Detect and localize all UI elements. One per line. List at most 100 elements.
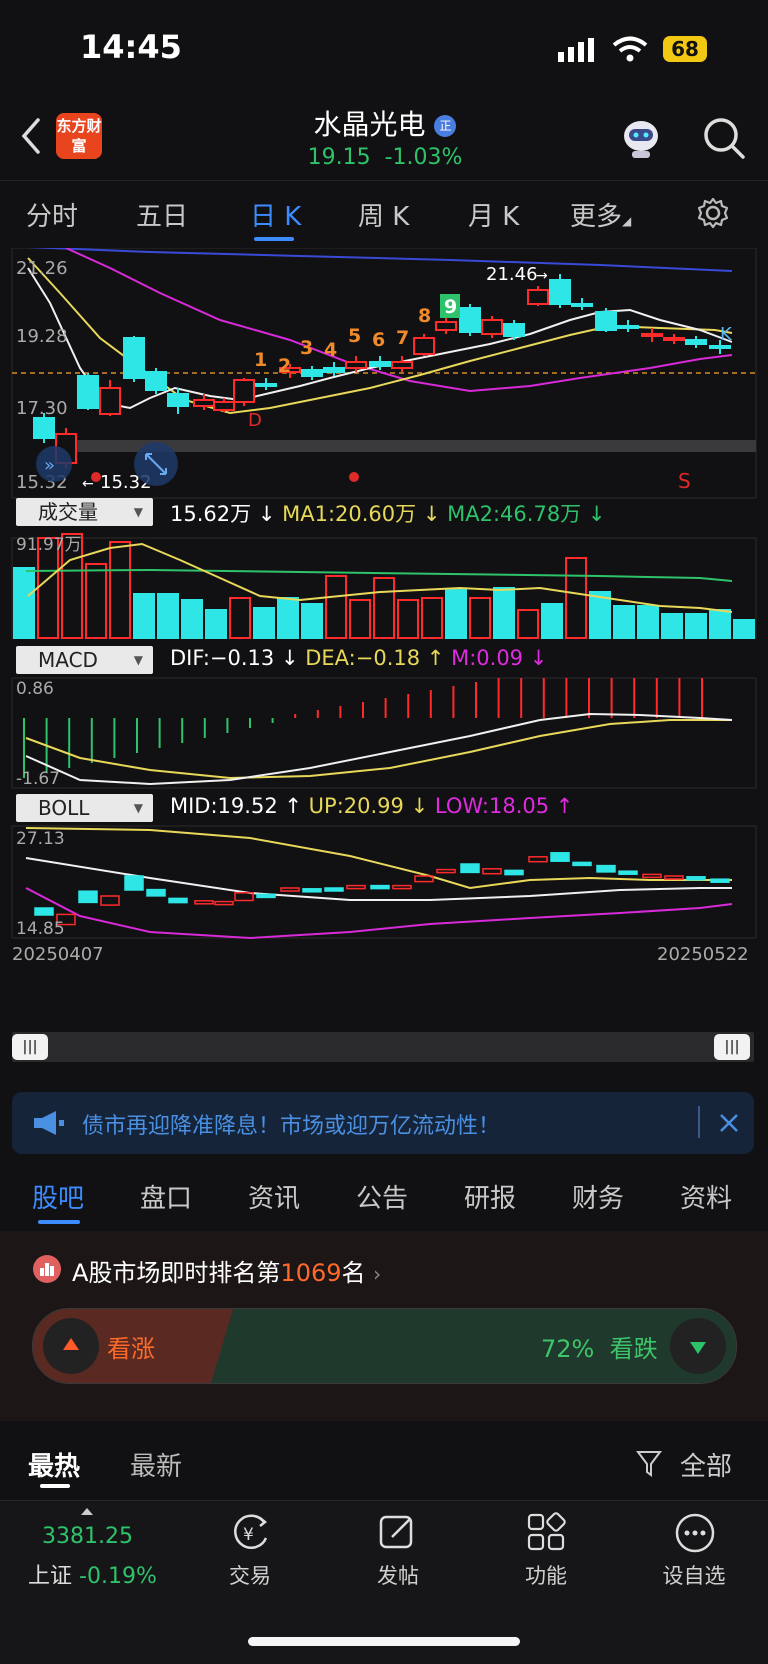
boll-select-label: BOLL	[38, 796, 90, 820]
trade-icon[interactable]: ¥	[230, 1512, 272, 1554]
ranking-suffix: 名	[341, 1259, 366, 1287]
candle-body	[33, 417, 55, 439]
volume-bar	[637, 605, 659, 639]
volume-bar	[469, 597, 491, 639]
down-arrow-icon: ↓	[422, 502, 441, 526]
seq-5: 5	[348, 325, 361, 347]
kline-chart-area[interactable]: 21.26 19.28 17.30 15.32 21.46 → ← 15.32 …	[0, 246, 768, 1028]
up-arrow-icon: ↑	[555, 794, 574, 818]
feed-tab-new[interactable]: 最新	[130, 1446, 182, 1483]
candle-body	[595, 311, 617, 331]
search-icon[interactable]	[702, 116, 746, 160]
candle-body	[345, 361, 367, 369]
candle-body	[617, 325, 639, 329]
tab-five-day[interactable]: 五日	[136, 196, 188, 233]
back-icon[interactable]	[20, 117, 42, 155]
index-value[interactable]: 3381.25	[42, 1524, 133, 1549]
event-dot-2	[349, 472, 359, 482]
filter-all[interactable]: 全部	[680, 1446, 732, 1483]
index-name: 上证	[28, 1564, 73, 1589]
macd-select-label: MACD	[38, 648, 98, 672]
grid-functions-icon[interactable]	[526, 1512, 566, 1552]
boll-candle	[550, 852, 570, 862]
tab-news[interactable]: 资讯	[248, 1178, 300, 1215]
tab-research[interactable]: 研报	[464, 1178, 516, 1215]
boll-candle	[146, 888, 166, 897]
badge-icon: 正	[434, 115, 457, 137]
high-arrow-icon: →	[536, 268, 548, 284]
volume-bar	[85, 563, 107, 639]
robot-assistant-icon[interactable]	[618, 114, 664, 160]
tab-pankou[interactable]: 盘口	[140, 1178, 192, 1215]
feed-tab-hot[interactable]: 最热	[28, 1446, 80, 1483]
boll-axis-bottom: 14.85	[16, 919, 65, 939]
up-arrow-icon: ↑	[426, 646, 445, 670]
boll-candle	[596, 864, 616, 873]
tab-monthly-k[interactable]: 月 K	[468, 196, 519, 233]
volume-indicator-select[interactable]: 成交量 ▼	[16, 498, 153, 526]
boll-candle	[168, 897, 188, 904]
price-label-2: 19.28	[16, 326, 68, 347]
candle-body	[99, 387, 121, 415]
tab-guba[interactable]: 股吧	[32, 1178, 84, 1215]
more-icon[interactable]	[674, 1512, 716, 1554]
kline-chart-svg: 21.26 19.28 17.30 15.32 21.46 → ← 15.32 …	[11, 246, 757, 965]
up-arrow-icon: ↑	[284, 794, 302, 818]
macd-dif: DIF:−0.13	[170, 646, 275, 670]
candle-body	[233, 379, 255, 403]
volume-bars	[13, 533, 755, 639]
boll-indicator-select[interactable]: BOLL ▼	[16, 794, 153, 822]
seq-1: 1	[254, 349, 267, 371]
price-value: 19.15	[307, 145, 371, 170]
chart-range-scrollbar[interactable]: ||| |||	[12, 1032, 754, 1062]
volume-ma2: MA2:46.78万	[447, 502, 582, 526]
gear-icon[interactable]	[696, 196, 730, 230]
boll-candle	[194, 900, 214, 905]
tab-profile[interactable]: 资料	[680, 1178, 732, 1215]
macd-values: DIF:−0.13 ↓ DEA:−0.18 ↑ M:0.09 ↓	[170, 646, 547, 670]
range-handle-right[interactable]: |||	[714, 1034, 750, 1060]
compose-icon[interactable]	[378, 1512, 418, 1552]
boll-candle	[370, 884, 390, 890]
candle-body	[641, 333, 663, 337]
volume-bar	[565, 557, 587, 639]
bear-text: 看跌	[609, 1335, 658, 1363]
close-icon[interactable]	[718, 1112, 740, 1134]
content-tab-underline	[38, 1220, 80, 1224]
filter-icon[interactable]	[636, 1450, 666, 1478]
volume-axis-label: 91.97万	[16, 535, 82, 555]
tab-announcements[interactable]: 公告	[356, 1178, 408, 1215]
candle-body	[709, 345, 731, 349]
tab-more[interactable]: 更多◢	[570, 196, 631, 233]
sentiment-vote-bar: 看涨 72% 看跌	[32, 1308, 737, 1384]
nav-watchlist-settings[interactable]: 设自选	[644, 1560, 744, 1590]
ma-line-magenta	[65, 247, 733, 393]
nav-functions[interactable]: 功能	[496, 1560, 596, 1590]
candle-body	[413, 337, 435, 355]
index-summary[interactable]: 上证 -0.19%	[28, 1558, 157, 1590]
nav-trade[interactable]: 交易	[200, 1560, 300, 1590]
tab-intraday[interactable]: 分时	[26, 196, 78, 233]
boll-low: LOW:18.05	[434, 794, 550, 818]
tab-finance[interactable]: 财务	[572, 1178, 624, 1215]
news-banner[interactable]: 债市再迎降准降息！市场或迎万亿流动性！	[12, 1092, 754, 1154]
boll-candle	[34, 907, 54, 916]
bull-button[interactable]	[43, 1318, 99, 1374]
collapse-up-icon[interactable]	[80, 1506, 94, 1516]
nav-post[interactable]: 发帖	[348, 1560, 448, 1590]
ma-line-blue	[25, 246, 733, 272]
range-handle-left[interactable]: |||	[12, 1034, 48, 1060]
volume-bar	[205, 609, 227, 639]
ranking-text[interactable]: A股市场即时排名第1069名 ›	[72, 1253, 381, 1288]
bear-button[interactable]	[670, 1318, 726, 1374]
boll-candle	[256, 893, 276, 899]
candle-body	[301, 369, 323, 377]
tab-daily-k[interactable]: 日 K	[250, 196, 301, 233]
marker-d: D	[248, 410, 262, 431]
tab-weekly-k[interactable]: 周 K	[358, 196, 409, 233]
boll-candle	[642, 873, 662, 879]
macd-indicator-select[interactable]: MACD ▼	[16, 646, 153, 674]
boll-candle	[280, 887, 300, 892]
volume-bar	[373, 577, 395, 639]
macd-frame	[11, 677, 757, 789]
